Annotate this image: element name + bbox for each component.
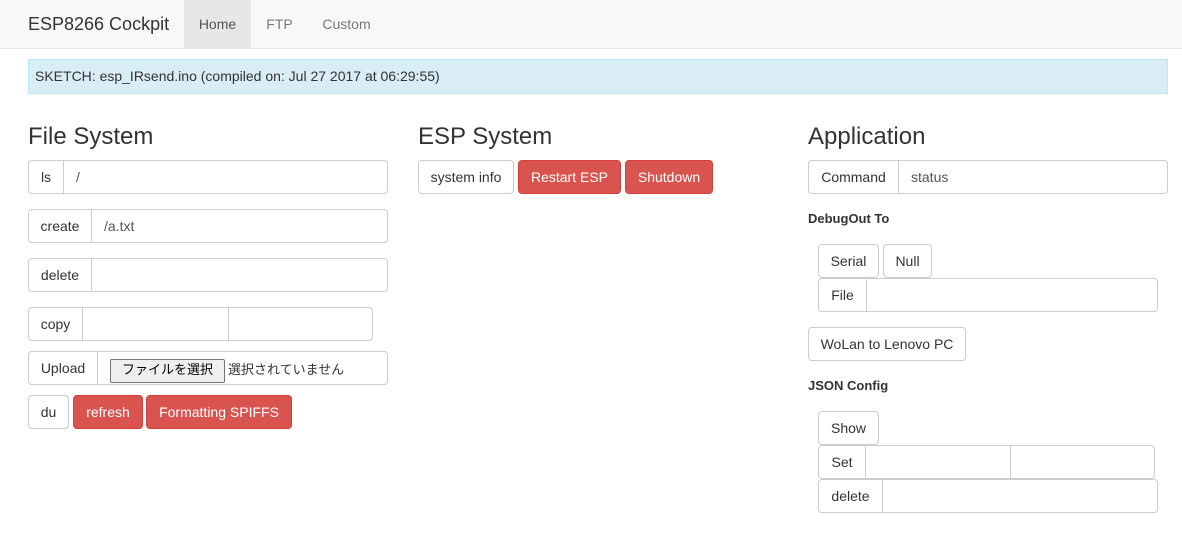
json-set-key-input[interactable] <box>865 445 1011 479</box>
debug-serial-button[interactable]: Serial <box>818 244 879 278</box>
debug-file-input[interactable] <box>866 278 1158 312</box>
tab-ftp[interactable]: FTP <box>251 0 308 49</box>
json-set-button[interactable]: Set <box>818 445 866 479</box>
tab-custom[interactable]: Custom <box>308 0 385 49</box>
wolan-button[interactable]: WoLan to Lenovo PC <box>808 327 966 361</box>
create-path-input[interactable] <box>91 209 388 243</box>
ls-button[interactable]: ls <box>28 160 64 194</box>
delete-button[interactable]: delete <box>28 258 92 292</box>
tab-home[interactable]: Home <box>184 0 251 49</box>
choose-file-button[interactable]: ファイルを選択 <box>110 359 225 383</box>
brand-title[interactable]: ESP8266 Cockpit <box>28 14 169 34</box>
copy-button[interactable]: copy <box>28 307 83 341</box>
json-config-heading: JSON Config <box>808 378 889 393</box>
file-system-title: File System <box>28 123 154 150</box>
json-set-value-input[interactable] <box>1010 445 1155 479</box>
debug-file-button[interactable]: File <box>818 278 867 312</box>
json-delete-button[interactable]: delete <box>818 479 883 513</box>
delete-path-input[interactable] <box>91 258 388 292</box>
du-button[interactable]: du <box>28 395 69 429</box>
shutdown-button[interactable]: Shutdown <box>625 160 713 194</box>
ls-path-input[interactable] <box>63 160 388 194</box>
sketch-info-alert: SKETCH: esp_IRsend.ino (compiled on: Jul… <box>28 59 1168 94</box>
no-file-selected-text: 選択されていません <box>228 363 345 378</box>
application-title: Application <box>808 123 926 150</box>
json-delete-input[interactable] <box>882 479 1158 513</box>
copy-source-input[interactable] <box>82 307 229 341</box>
system-info-button[interactable]: system info <box>418 160 514 194</box>
debugout-heading: DebugOut To <box>808 211 890 226</box>
command-input[interactable] <box>898 160 1168 194</box>
json-show-button[interactable]: Show <box>818 411 879 445</box>
command-button[interactable]: Command <box>808 160 899 194</box>
esp-system-title: ESP System <box>418 123 553 150</box>
create-button[interactable]: create <box>28 209 92 243</box>
upload-label: Upload <box>28 351 98 385</box>
refresh-button[interactable]: refresh <box>73 395 143 429</box>
format-spiffs-button[interactable]: Formatting SPIFFS <box>146 395 292 429</box>
upload-file-input[interactable]: ファイルを選択 選択されていません <box>97 351 388 385</box>
copy-target-input[interactable] <box>228 307 373 341</box>
navbar: ESP8266 Cockpit Home FTP Custom <box>0 0 1182 49</box>
debug-null-button[interactable]: Null <box>883 244 932 278</box>
restart-esp-button[interactable]: Restart ESP <box>518 160 621 194</box>
